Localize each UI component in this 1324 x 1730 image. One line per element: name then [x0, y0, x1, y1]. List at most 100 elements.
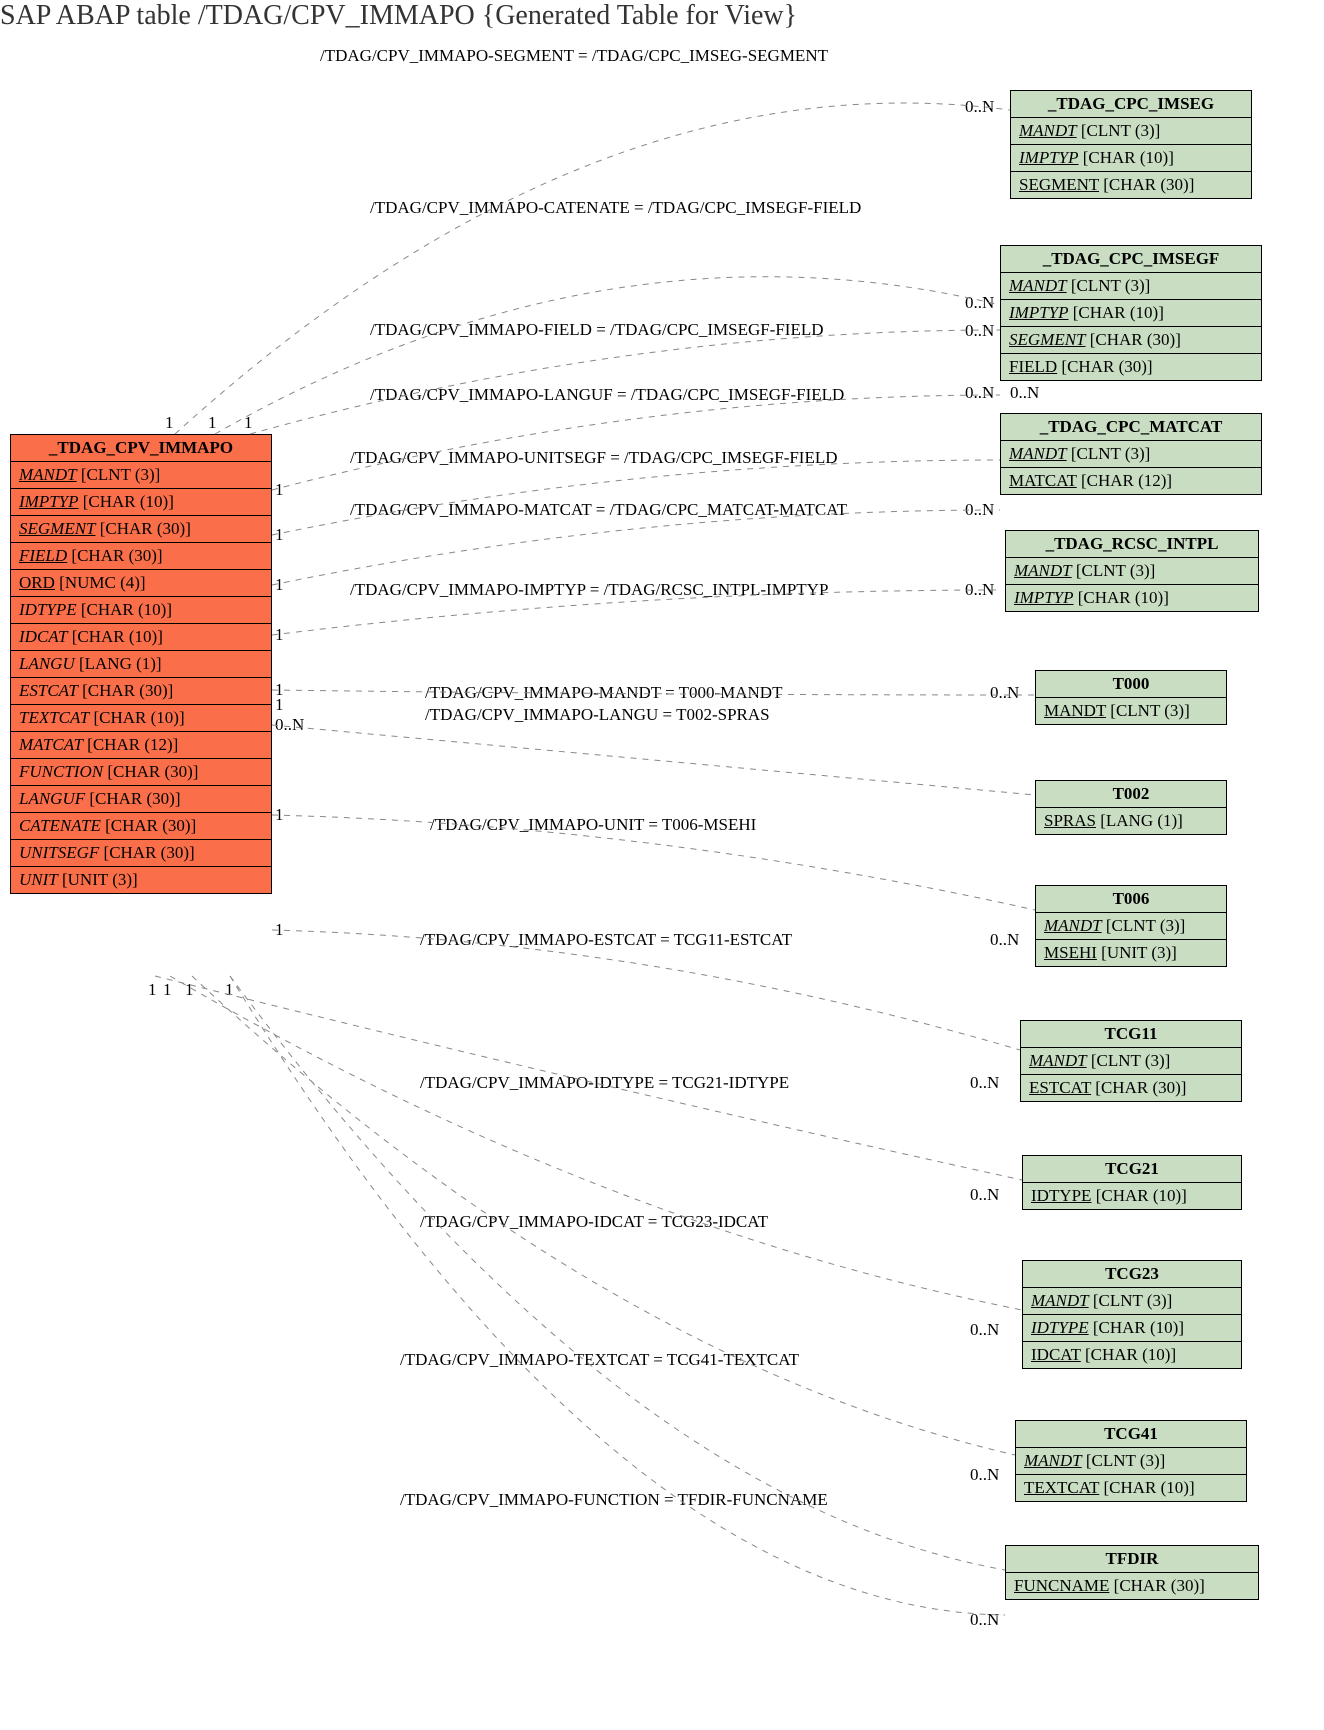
cardinality-label: 0..N [970, 1465, 999, 1485]
cardinality-label: 0..N [965, 321, 994, 341]
entity-t000-field: MANDT [CLNT (3)] [1036, 698, 1226, 724]
entity-imsegf-field: IMPTYP [CHAR (10)] [1001, 300, 1261, 327]
entity-imseg-header: _TDAG_CPC_IMSEG [1011, 91, 1251, 118]
entity-imseg: _TDAG_CPC_IMSEGMANDT [CLNT (3)]IMPTYP [C… [1010, 90, 1252, 199]
cardinality-label: 1 [225, 980, 234, 1000]
relation-label: /TDAG/CPV_IMMAPO-FUNCTION = TFDIR-FUNCNA… [400, 1490, 828, 1510]
relation-label: /TDAG/CPV_IMMAPO-ESTCAT = TCG11-ESTCAT [420, 930, 792, 950]
relation-label: /TDAG/CPV_IMMAPO-UNIT = T006-MSEHI [430, 815, 756, 835]
cardinality-label: 0..N [970, 1320, 999, 1340]
cardinality-label: 1 [275, 805, 284, 825]
entity-main-field: TEXTCAT [CHAR (10)] [11, 705, 271, 732]
page-title: SAP ABAP table /TDAG/CPV_IMMAPO {Generat… [0, 0, 797, 32]
entity-main-field: CATENATE [CHAR (30)] [11, 813, 271, 840]
cardinality-label: 0..N [965, 97, 994, 117]
entity-t002: T002SPRAS [LANG (1)] [1035, 780, 1227, 835]
relation-label: /TDAG/CPV_IMMAPO-IDCAT = TCG23-IDCAT [420, 1212, 768, 1232]
entity-main-header: _TDAG_CPV_IMMAPO [11, 435, 271, 462]
cardinality-label: 0..N [275, 715, 304, 735]
entity-imsegf: _TDAG_CPC_IMSEGFMANDT [CLNT (3)]IMPTYP [… [1000, 245, 1262, 381]
entity-tcg41-field: TEXTCAT [CHAR (10)] [1016, 1475, 1246, 1501]
entity-tcg21-header: TCG21 [1023, 1156, 1241, 1183]
entity-intpl-field: IMPTYP [CHAR (10)] [1006, 585, 1258, 611]
entity-main-field: IDCAT [CHAR (10)] [11, 624, 271, 651]
relation-label: /TDAG/CPV_IMMAPO-LANGU = T002-SPRAS [425, 705, 770, 725]
entity-main: _TDAG_CPV_IMMAPO MANDT [CLNT (3)]IMPTYP … [10, 434, 272, 894]
entity-imsegf-field: MANDT [CLNT (3)] [1001, 273, 1261, 300]
entity-tcg41-field: MANDT [CLNT (3)] [1016, 1448, 1246, 1475]
relation-label: /TDAG/CPV_IMMAPO-TEXTCAT = TCG41-TEXTCAT [400, 1350, 799, 1370]
entity-tcg23-field: MANDT [CLNT (3)] [1023, 1288, 1241, 1315]
relation-label: /TDAG/CPV_IMMAPO-MANDT = T000-MANDT [425, 683, 782, 703]
entity-tcg11-field: MANDT [CLNT (3)] [1021, 1048, 1241, 1075]
entity-t000-header: T000 [1036, 671, 1226, 698]
cardinality-label: 0..N [970, 1073, 999, 1093]
entity-tcg41-header: TCG41 [1016, 1421, 1246, 1448]
entity-t006: T006MANDT [CLNT (3)]MSEHI [UNIT (3)] [1035, 885, 1227, 967]
entity-t006-header: T006 [1036, 886, 1226, 913]
cardinality-label: 1 [275, 695, 284, 715]
entity-t006-field: MSEHI [UNIT (3)] [1036, 940, 1226, 966]
cardinality-label: 1 [185, 980, 194, 1000]
entity-imsegf-field: SEGMENT [CHAR (30)] [1001, 327, 1261, 354]
cardinality-label: 1 [275, 625, 284, 645]
cardinality-label: 0..N [970, 1185, 999, 1205]
entity-tcg23-field: IDTYPE [CHAR (10)] [1023, 1315, 1241, 1342]
entity-tcg41: TCG41MANDT [CLNT (3)]TEXTCAT [CHAR (10)] [1015, 1420, 1247, 1502]
entity-tcg21: TCG21IDTYPE [CHAR (10)] [1022, 1155, 1242, 1210]
entity-main-field: IMPTYP [CHAR (10)] [11, 489, 271, 516]
relation-label: /TDAG/CPV_IMMAPO-CATENATE = /TDAG/CPC_IM… [370, 198, 861, 218]
entity-main-field: ORD [NUMC (4)] [11, 570, 271, 597]
entity-main-field: SEGMENT [CHAR (30)] [11, 516, 271, 543]
entity-t000: T000MANDT [CLNT (3)] [1035, 670, 1227, 725]
relation-label: /TDAG/CPV_IMMAPO-LANGUF = /TDAG/CPC_IMSE… [370, 385, 844, 405]
entity-main-field: MANDT [CLNT (3)] [11, 462, 271, 489]
entity-tfdir: TFDIRFUNCNAME [CHAR (30)] [1005, 1545, 1259, 1600]
cardinality-label: 1 [208, 413, 217, 433]
relation-label: /TDAG/CPV_IMMAPO-FIELD = /TDAG/CPC_IMSEG… [370, 320, 824, 340]
cardinality-label: 1 [275, 525, 284, 545]
cardinality-label: 1 [275, 480, 284, 500]
entity-intpl: _TDAG_RCSC_INTPLMANDT [CLNT (3)]IMPTYP [… [1005, 530, 1259, 612]
cardinality-label: 1 [244, 413, 253, 433]
entity-main-field: FUNCTION [CHAR (30)] [11, 759, 271, 786]
entity-tcg11-field: ESTCAT [CHAR (30)] [1021, 1075, 1241, 1101]
entity-imsegf-field: FIELD [CHAR (30)] [1001, 354, 1261, 380]
cardinality-label: 0..N [965, 293, 994, 313]
entity-imseg-field: SEGMENT [CHAR (30)] [1011, 172, 1251, 198]
relation-label: /TDAG/CPV_IMMAPO-IDTYPE = TCG21-IDTYPE [420, 1073, 789, 1093]
entity-matcat: _TDAG_CPC_MATCATMANDT [CLNT (3)]MATCAT [… [1000, 413, 1262, 495]
entity-main-field: UNITSEGF [CHAR (30)] [11, 840, 271, 867]
entity-tcg21-field: IDTYPE [CHAR (10)] [1023, 1183, 1241, 1209]
entity-tcg23-field: IDCAT [CHAR (10)] [1023, 1342, 1241, 1368]
cardinality-label: 1 [275, 920, 284, 940]
entity-matcat-header: _TDAG_CPC_MATCAT [1001, 414, 1261, 441]
entity-imsegf-header: _TDAG_CPC_IMSEGF [1001, 246, 1261, 273]
entity-intpl-field: MANDT [CLNT (3)] [1006, 558, 1258, 585]
cardinality-label: 0..N [965, 383, 994, 403]
entity-t002-header: T002 [1036, 781, 1226, 808]
entity-main-field: MATCAT [CHAR (12)] [11, 732, 271, 759]
relation-label: /TDAG/CPV_IMMAPO-SEGMENT = /TDAG/CPC_IMS… [320, 46, 828, 66]
cardinality-label: 1 [163, 980, 172, 1000]
entity-imseg-field: IMPTYP [CHAR (10)] [1011, 145, 1251, 172]
entity-tcg11: TCG11MANDT [CLNT (3)]ESTCAT [CHAR (30)] [1020, 1020, 1242, 1102]
entity-matcat-field: MATCAT [CHAR (12)] [1001, 468, 1261, 494]
cardinality-label: 0..N [965, 580, 994, 600]
entity-main-field: LANGUF [CHAR (30)] [11, 786, 271, 813]
cardinality-label: 1 [165, 413, 174, 433]
cardinality-label: 0..N [970, 1610, 999, 1630]
entity-main-field: ESTCAT [CHAR (30)] [11, 678, 271, 705]
entity-t006-field: MANDT [CLNT (3)] [1036, 913, 1226, 940]
entity-tcg23-header: TCG23 [1023, 1261, 1241, 1288]
entity-main-field: LANGU [LANG (1)] [11, 651, 271, 678]
entity-matcat-field: MANDT [CLNT (3)] [1001, 441, 1261, 468]
entity-tcg11-header: TCG11 [1021, 1021, 1241, 1048]
cardinality-label: 0..N [990, 930, 1019, 950]
cardinality-label: 0..N [1010, 383, 1039, 403]
entity-tcg23: TCG23MANDT [CLNT (3)]IDTYPE [CHAR (10)]I… [1022, 1260, 1242, 1369]
entity-main-field: FIELD [CHAR (30)] [11, 543, 271, 570]
entity-main-field: IDTYPE [CHAR (10)] [11, 597, 271, 624]
entity-t002-field: SPRAS [LANG (1)] [1036, 808, 1226, 834]
entity-tfdir-field: FUNCNAME [CHAR (30)] [1006, 1573, 1258, 1599]
